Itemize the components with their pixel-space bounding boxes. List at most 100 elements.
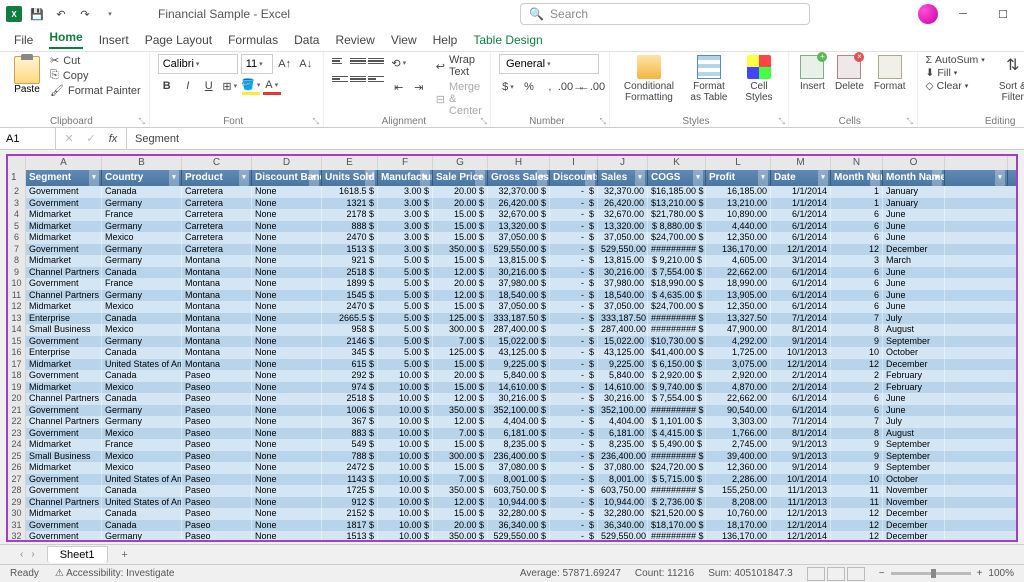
cell-month-name[interactable]: December	[883, 508, 945, 520]
cell-discounts[interactable]: - $	[550, 209, 598, 221]
cell-units[interactable]: 958 $	[322, 324, 378, 336]
cell-product[interactable]: Paseo	[182, 428, 252, 440]
cell-cogs[interactable]: ######### $	[648, 324, 706, 336]
cell-discount-band[interactable]: None	[252, 313, 322, 325]
cell-units[interactable]: 345 $	[322, 347, 378, 359]
cell-month-name[interactable]: June	[883, 267, 945, 279]
cell-month-name[interactable]: December	[883, 531, 945, 542]
tab-data[interactable]: Data	[294, 33, 319, 47]
cell-date[interactable]: 6/1/2014	[771, 290, 831, 302]
cell-country[interactable]: France	[102, 439, 182, 451]
cell-month-number[interactable]: 9	[831, 462, 883, 474]
cell-sales[interactable]: 13,320.00	[598, 221, 648, 233]
cell-discounts[interactable]: - $	[550, 359, 598, 371]
cell-units[interactable]: 1006 $	[322, 405, 378, 417]
cell-units[interactable]: 2470 $	[322, 301, 378, 313]
cell-segment[interactable]: Government	[26, 474, 102, 486]
cell-segment[interactable]: Midmarket	[26, 221, 102, 233]
cell-profit[interactable]: 2,286.00	[706, 474, 771, 486]
table-row[interactable]: 9 Channel Partners Canada Montana None 2…	[8, 267, 1016, 279]
row-header[interactable]: 7	[8, 244, 26, 256]
cell-cogs[interactable]: $ 7,554.00 $	[648, 393, 706, 405]
copy-button[interactable]: ⎘Copy	[50, 69, 141, 82]
column-header-H[interactable]: H	[488, 156, 550, 170]
cell-segment[interactable]: Government	[26, 370, 102, 382]
cell-manufactur[interactable]: 10.00 $	[378, 416, 433, 428]
cell-sales[interactable]: 8,001.00	[598, 474, 648, 486]
table-row[interactable]: 13 Enterprise Canada Montana None 2665.5…	[8, 313, 1016, 325]
cell-sales[interactable]: 32,670.00	[598, 209, 648, 221]
cell-units[interactable]: 2152 $	[322, 508, 378, 520]
cell-month-name[interactable]: December	[883, 520, 945, 532]
column-header-N[interactable]: N	[831, 156, 883, 170]
cell-product[interactable]: Montana	[182, 278, 252, 290]
underline-button[interactable]: U	[200, 77, 218, 95]
cell-country[interactable]: United States of America	[102, 359, 182, 371]
cell-sales[interactable]: 333,187.50	[598, 313, 648, 325]
cell-date[interactable]: 12/1/2014	[771, 359, 831, 371]
cell-discount-band[interactable]: None	[252, 393, 322, 405]
font-size-combo[interactable]: 11	[241, 54, 273, 74]
cell-gross[interactable]: 32,370.00 $	[488, 186, 550, 198]
cell-sales[interactable]: 37,980.00	[598, 278, 648, 290]
cell-date[interactable]: 12/1/2014	[771, 531, 831, 542]
cell-discounts[interactable]: - $	[550, 347, 598, 359]
cell-date[interactable]: 8/1/2014	[771, 428, 831, 440]
cell-gross[interactable]: 37,050.00 $	[488, 301, 550, 313]
cell-month-name[interactable]: January	[883, 198, 945, 210]
cell-date[interactable]: 6/1/2014	[771, 405, 831, 417]
column-header-M[interactable]: M	[771, 156, 831, 170]
row-header[interactable]: 9	[8, 267, 26, 279]
cell-manufactur[interactable]: 10.00 $	[378, 393, 433, 405]
cell-segment[interactable]: Midmarket	[26, 301, 102, 313]
cell-discounts[interactable]: - $	[550, 462, 598, 474]
cell-country[interactable]: United States of America	[102, 474, 182, 486]
cell-manufactur[interactable]: 10.00 $	[378, 497, 433, 509]
cell-product[interactable]: Paseo	[182, 439, 252, 451]
cell-units[interactable]: 549 $	[322, 439, 378, 451]
table-header-gross-sales[interactable]: Gross Sales	[488, 170, 550, 186]
cell-discount-band[interactable]: None	[252, 336, 322, 348]
cell-units[interactable]: 888 $	[322, 221, 378, 233]
cell-product[interactable]: Montana	[182, 290, 252, 302]
bold-button[interactable]: B	[158, 77, 176, 95]
column-header-B[interactable]: B	[102, 156, 182, 170]
cell-month-number[interactable]: 12	[831, 244, 883, 256]
row-header[interactable]: 14	[8, 324, 26, 336]
cell-month-number[interactable]: 10	[831, 474, 883, 486]
cell-sales[interactable]: 43,125.00	[598, 347, 648, 359]
cell-date[interactable]: 8/1/2014	[771, 324, 831, 336]
cell-cogs[interactable]: ######### $	[648, 531, 706, 542]
fill-color-button[interactable]: 🪣	[242, 77, 260, 95]
cell-manufactur[interactable]: 10.00 $	[378, 439, 433, 451]
tab-review[interactable]: Review	[335, 33, 374, 47]
cell-discounts[interactable]: - $	[550, 485, 598, 497]
row-header-1[interactable]: 1	[8, 170, 26, 186]
cell-discount-band[interactable]: None	[252, 439, 322, 451]
cell-month-name[interactable]: February	[883, 370, 945, 382]
cell-profit[interactable]: 47,900.00	[706, 324, 771, 336]
tab-formulas[interactable]: Formulas	[228, 33, 278, 47]
cell-month-number[interactable]: 9	[831, 336, 883, 348]
cell-cogs[interactable]: $ 8,880.00 $	[648, 221, 706, 233]
cell-discount-band[interactable]: None	[252, 244, 322, 256]
cell-segment[interactable]: Government	[26, 428, 102, 440]
cell-price[interactable]: 20.00 $	[433, 370, 488, 382]
autosum-button[interactable]: ΣAutoSum▾	[926, 54, 985, 66]
cell-discount-band[interactable]: None	[252, 301, 322, 313]
cell-discount-band[interactable]: None	[252, 462, 322, 474]
cell-cogs[interactable]: $21,520.00 $	[648, 508, 706, 520]
cell-discount-band[interactable]: None	[252, 232, 322, 244]
table-row[interactable]: 31 Government Canada Paseo None 1817 $ 1…	[8, 520, 1016, 532]
cut-button[interactable]: ✂Cut	[50, 54, 141, 67]
row-header[interactable]: 30	[8, 508, 26, 520]
cell-month-number[interactable]: 1	[831, 186, 883, 198]
cell-segment[interactable]: Small Business	[26, 451, 102, 463]
fx-icon[interactable]: fx	[104, 130, 122, 148]
cell-discount-band[interactable]: None	[252, 428, 322, 440]
cell-month-number[interactable]: 6	[831, 232, 883, 244]
cell-manufactur[interactable]: 10.00 $	[378, 451, 433, 463]
cell-product[interactable]: Paseo	[182, 405, 252, 417]
cell-segment[interactable]: Channel Partners	[26, 416, 102, 428]
cell-product[interactable]: Paseo	[182, 531, 252, 542]
